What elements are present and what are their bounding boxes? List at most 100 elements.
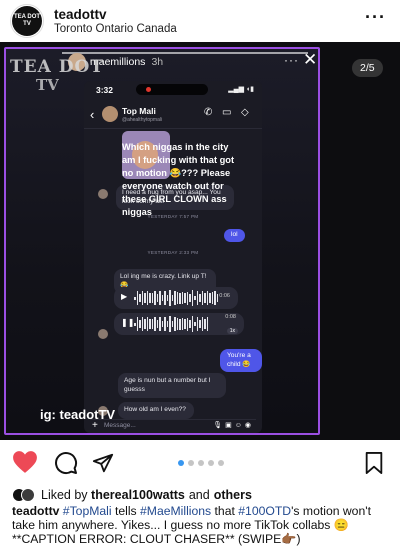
waveform-bar — [199, 320, 201, 328]
story-overlay-ig: ig: teadotTV — [40, 407, 116, 422]
caption-tag[interactable]: #100OTD — [238, 504, 291, 518]
waveform-bar — [196, 316, 198, 332]
waveform-bar — [194, 296, 196, 300]
likes-user[interactable]: thereal100watts — [91, 488, 185, 502]
waveform-bar — [151, 292, 153, 304]
waveform-bar — [156, 294, 158, 302]
save-icon[interactable] — [364, 452, 384, 479]
watermark-tea-dot: TEA DOT — [10, 57, 104, 77]
carousel-counter: 2/5 — [352, 59, 383, 77]
play-icon: ▶ — [121, 292, 128, 301]
waveform-bar — [214, 290, 216, 306]
status-bar: 3:32 ▂▄▆ ◖▮ — [84, 81, 262, 99]
composer-placeholder: Message... — [104, 422, 136, 429]
caption-tag[interactable]: #MaeMillions — [140, 504, 211, 518]
avatar-logo-text: TEA DOT TV — [13, 14, 41, 27]
waveform-bar — [184, 318, 186, 330]
share-icon[interactable] — [92, 452, 114, 479]
waveform-bar — [169, 290, 171, 306]
likes-others[interactable]: others — [214, 488, 252, 502]
waveform-bar — [204, 319, 206, 329]
profile-avatar[interactable]: TEA DOT TV — [10, 4, 44, 38]
liker-avatars — [12, 488, 35, 502]
signal-battery-icon: ▂▄▆ ◖▮ — [228, 86, 254, 93]
story-frame: maemillions 3h ··· ✕ TEA DOT TV 3:32 ▂▄▆ … — [4, 47, 320, 435]
story-overlay-caption: Which niggas in the city am I fucking wi… — [122, 142, 235, 217]
voice-duration: 0:06 — [219, 293, 230, 299]
chat-message: lol — [224, 229, 245, 242]
waveform-bar — [134, 296, 136, 300]
story-more-icon: ··· — [284, 53, 299, 67]
waveform-bar — [136, 290, 138, 306]
waveform-bar — [161, 320, 163, 328]
waveform-bar — [144, 319, 146, 329]
comment-icon[interactable] — [54, 451, 78, 480]
waveform-bar — [166, 321, 168, 327]
waveform-bar — [134, 322, 136, 326]
likes-row: Liked by thereal100watts and others — [12, 486, 392, 504]
action-bar — [0, 448, 400, 480]
waveform-bar — [151, 318, 153, 330]
more-options-icon[interactable]: ··· — [365, 8, 386, 26]
carousel-dots — [178, 460, 224, 466]
waveform-bar — [159, 290, 161, 306]
tag-icon: ◇ — [241, 107, 249, 118]
liker-avatar — [21, 488, 35, 502]
waveform-bar — [189, 320, 191, 328]
chat-message: You're a child 😂 — [220, 349, 262, 372]
voice-note: ▶ 0:06 — [114, 287, 238, 309]
waveform-bar — [166, 295, 168, 301]
chat-message: Age is nun but a number but I guesss — [118, 373, 226, 398]
waveform-bar — [216, 294, 218, 302]
waveform-bar — [191, 316, 193, 332]
waveform-bar — [209, 292, 211, 304]
pause-icon: ❚❚ — [121, 318, 135, 327]
caption-text: tells — [111, 504, 141, 518]
waveform-bar — [139, 294, 141, 302]
waveform-bar — [149, 292, 151, 304]
waveform-bar — [179, 318, 181, 330]
post-location[interactable]: Toronto Ontario Canada — [54, 23, 177, 35]
post-media[interactable]: maemillions 3h ··· ✕ TEA DOT TV 3:32 ▂▄▆ … — [0, 42, 400, 440]
waveform-bar — [164, 317, 166, 331]
chat-header: ‹ Top Mali @ahealthytopmali ✆ ▭ ◇ — [84, 103, 262, 129]
sender-avatar — [98, 329, 108, 339]
header-text: teadottv Toronto Ontario Canada — [54, 7, 177, 35]
waveform-bar — [204, 293, 206, 303]
waveform-bar — [146, 317, 148, 331]
post-caption: teadottv #TopMali tells #MaeMillions tha… — [12, 504, 394, 547]
waveform-bar — [201, 317, 203, 331]
post-header: TEA DOT TV teadottv Toronto Ontario Cana… — [0, 0, 400, 42]
waveform-bar — [149, 318, 151, 330]
waveform-bar — [186, 317, 188, 331]
waveform-bar — [174, 291, 176, 305]
composer-icons: 🎙▣☺◉ — [213, 422, 254, 429]
chat-contact-avatar — [102, 106, 118, 122]
waveform-bar — [194, 322, 196, 326]
caption-text: that — [211, 504, 239, 518]
post-username[interactable]: teadottv — [54, 7, 177, 22]
waveform-bar — [156, 320, 158, 328]
status-time: 3:32 — [96, 85, 114, 95]
playback-speed: 1x — [226, 328, 238, 334]
caption-username[interactable]: teadottv — [12, 504, 59, 518]
plus-icon: + — [92, 420, 98, 431]
waveform-bar — [189, 294, 191, 302]
waveform-bar — [181, 317, 183, 331]
waveform-bar — [179, 292, 181, 304]
dynamic-island — [136, 84, 208, 95]
likes-prefix: Liked by — [41, 488, 88, 502]
waveform-bar — [201, 291, 203, 305]
caption-tag[interactable]: #TopMali — [63, 504, 112, 518]
sender-avatar — [98, 189, 108, 199]
heart-icon[interactable] — [12, 450, 38, 479]
waveform-bar — [176, 318, 178, 330]
waveform-bar — [184, 292, 186, 304]
waveform — [134, 290, 218, 306]
voice-note: ❚❚ 0:08 1x — [114, 313, 244, 335]
waveform — [134, 316, 208, 332]
waveform-bar — [136, 316, 138, 332]
waveform-bar — [154, 316, 156, 332]
watermark-tv: TV — [36, 76, 59, 94]
back-chevron-icon: ‹ — [90, 107, 95, 122]
